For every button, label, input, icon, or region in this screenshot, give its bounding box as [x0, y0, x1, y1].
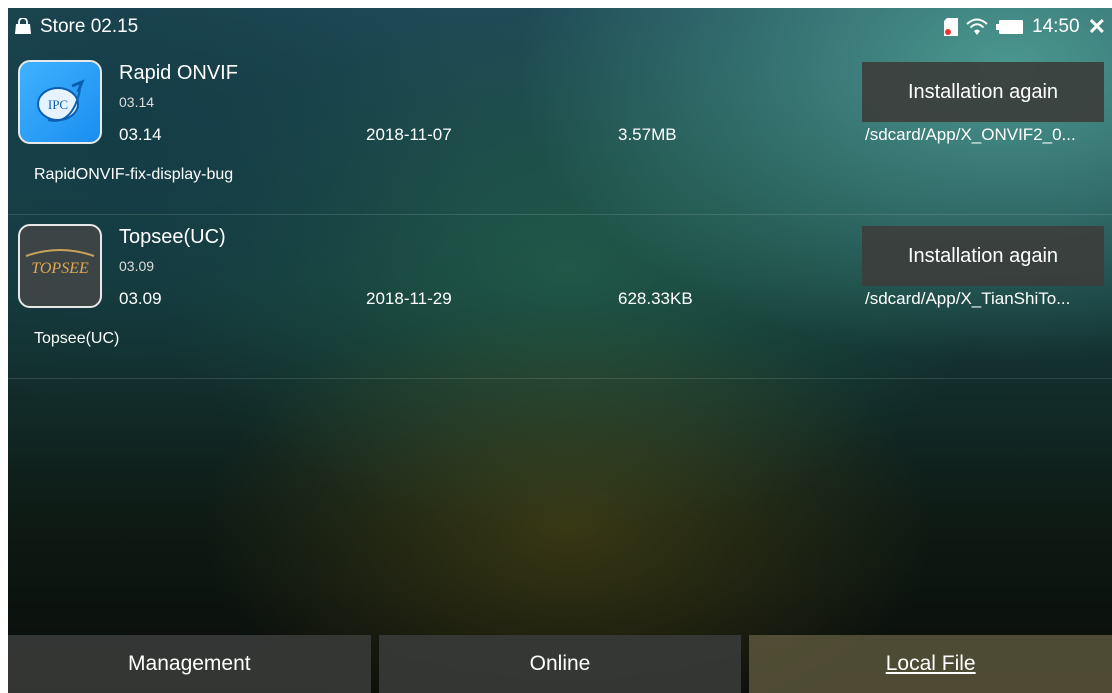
app-version-small: 03.14 [119, 94, 155, 110]
app-title: Store 02.15 [40, 16, 139, 37]
app-version: 03.14 [119, 125, 162, 144]
tab-online[interactable]: Online [378, 635, 742, 693]
store-screen: Store 02.15 14:50 ✕ IPC Rapid ONVIF 03.1… [8, 8, 1112, 693]
app-date: 2018-11-29 [366, 289, 452, 308]
app-version: 03.09 [119, 289, 162, 308]
list-item-topsee[interactable]: TOPSEE Topsee(UC) 03.09 03.09 2018-11-29… [8, 214, 1112, 379]
status-left: Store 02.15 [8, 16, 138, 38]
tab-local-file[interactable]: Local File [749, 635, 1112, 693]
app-name: Rapid ONVIF [119, 62, 238, 84]
close-icon[interactable]: ✕ [1088, 14, 1106, 40]
app-name: Topsee(UC) [119, 226, 226, 248]
wifi-icon [966, 18, 988, 35]
app-version-small: 03.09 [119, 258, 155, 274]
app-size: 3.57MB [618, 125, 677, 144]
ipc-app-icon: IPC [18, 60, 102, 144]
installation-again-button[interactable]: Installation again [862, 226, 1104, 286]
status-bar: Store 02.15 14:50 ✕ [8, 8, 1112, 46]
bottom-tab-bar: Management Online Local File [8, 635, 1112, 693]
tab-management[interactable]: Management [8, 635, 371, 693]
svg-text:TOPSEE: TOPSEE [31, 260, 89, 277]
status-right: 14:50 ✕ [944, 14, 1112, 40]
topsee-logo-icon: TOPSEE [25, 249, 95, 277]
app-description: RapidONVIF-fix-display-bug [34, 166, 234, 183]
ipc-logo-icon: IPC [37, 79, 85, 122]
app-description: Topsee(UC) [34, 330, 120, 347]
app-path: /sdcard/App/X_TianShiTo... [865, 289, 1071, 308]
topsee-app-icon: TOPSEE [18, 224, 102, 308]
app-date: 2018-11-07 [366, 125, 452, 144]
list-item-rapid-onvif[interactable]: IPC Rapid ONVIF 03.14 03.14 2018-11-07 3… [8, 50, 1112, 215]
svg-text:IPC: IPC [48, 97, 68, 112]
app-size: 628.33KB [618, 289, 693, 308]
clock: 14:50 [1032, 16, 1080, 37]
battery-icon [996, 20, 1024, 34]
app-path: /sdcard/App/X_ONVIF2_0... [865, 125, 1076, 144]
bag-icon [15, 18, 31, 34]
sd-card-icon [944, 18, 959, 36]
installation-again-button[interactable]: Installation again [862, 62, 1104, 122]
